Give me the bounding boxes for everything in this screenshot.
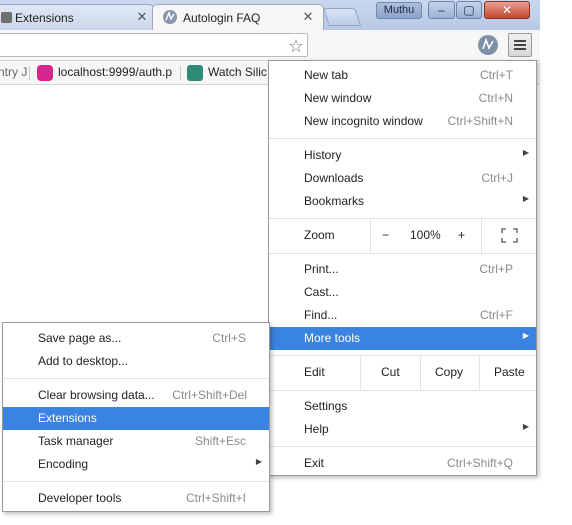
user-badge[interactable]: Muthu — [376, 2, 422, 19]
close-window-button[interactable]: ✕ — [484, 1, 530, 19]
menu-item-more-tools[interactable]: More tools ▶ — [269, 327, 536, 350]
menu-item-extensions[interactable]: Extensions — [3, 407, 269, 430]
menu-item-bookmarks[interactable]: Bookmarks ▶ — [269, 190, 536, 213]
address-bar[interactable]: ☆ — [0, 33, 308, 57]
bookmark-item[interactable]: Watch Silic — [208, 65, 267, 81]
close-icon[interactable]: ✕ — [301, 10, 315, 24]
menu-item-cast[interactable]: Cast... — [269, 281, 536, 304]
tab-autologin-faq[interactable]: Autologin FAQ ✕ — [152, 4, 324, 30]
menu-separator — [269, 446, 536, 447]
zoom-in-button[interactable]: + — [449, 219, 481, 253]
copy-button[interactable]: Copy — [420, 356, 479, 390]
puzzle-icon — [1, 12, 12, 23]
watch-icon — [187, 65, 203, 81]
submenu-arrow-icon: ▶ — [522, 331, 529, 340]
menu-item-downloads[interactable]: Downloads Ctrl+J — [269, 167, 536, 190]
menu-item-exit[interactable]: Exit Ctrl+Shift+Q — [269, 452, 536, 475]
menu-item-add-to-desktop[interactable]: Add to desktop... — [3, 350, 269, 373]
menu-separator — [3, 481, 269, 482]
paste-button[interactable]: Paste — [479, 356, 538, 390]
menu-item-help[interactable]: Help ▶ — [269, 418, 536, 441]
menu-separator — [269, 253, 536, 254]
menu-separator — [269, 138, 536, 139]
submenu-arrow-icon: ▶ — [255, 457, 262, 466]
star-icon[interactable]: ☆ — [286, 36, 306, 56]
menu-item-new-window[interactable]: New window Ctrl+N — [269, 87, 536, 110]
toolbar: ☆ — [0, 30, 540, 61]
edit-row: Edit Cut Copy Paste — [269, 356, 536, 390]
edit-label: Edit — [304, 365, 325, 379]
submenu-arrow-icon: ▶ — [522, 148, 529, 157]
zoom-label: Zoom — [304, 228, 335, 242]
menu-item-clear-browsing-data[interactable]: Clear browsing data... Ctrl+Shift+Del — [3, 384, 269, 407]
menu-item-new-tab[interactable]: New tab Ctrl+T — [269, 64, 536, 87]
localhost-icon — [37, 65, 53, 81]
close-icon[interactable]: ✕ — [135, 10, 149, 24]
menu-item-settings[interactable]: Settings — [269, 395, 536, 418]
submenu-arrow-icon: ▶ — [522, 194, 529, 203]
bookmark-item[interactable]: ntry J — [0, 65, 27, 81]
tab-label: Autologin FAQ — [183, 11, 261, 25]
cut-button[interactable]: Cut — [360, 356, 420, 390]
menu-separator — [3, 378, 269, 379]
menu-item-encoding[interactable]: Encoding ▶ — [3, 453, 269, 476]
bookmark-item[interactable]: localhost:9999/auth.p — [58, 65, 172, 81]
zoom-level: 100% — [410, 228, 441, 242]
tab-label: Extensions — [15, 11, 74, 25]
minimize-button[interactable]: – — [428, 1, 455, 19]
menu-item-print[interactable]: Print... Ctrl+P — [269, 258, 536, 281]
menu-item-save-page-as[interactable]: Save page as... Ctrl+S — [3, 327, 269, 350]
zoom-row: Zoom − 100% + — [269, 219, 536, 253]
chrome-menu-button[interactable] — [508, 33, 532, 57]
maximize-button[interactable]: ▢ — [456, 1, 482, 19]
autologin-icon — [163, 10, 177, 24]
bookmark-divider — [29, 66, 30, 80]
menu-item-find[interactable]: Find... Ctrl+F — [269, 304, 536, 327]
fullscreen-icon — [501, 228, 518, 243]
chrome-main-menu: New tab Ctrl+T New window Ctrl+N New inc… — [268, 60, 537, 476]
autologin-extension-icon[interactable] — [478, 35, 498, 55]
more-tools-submenu: Save page as... Ctrl+S Add to desktop...… — [2, 322, 270, 512]
tab-strip: Extensions ✕ Autologin FAQ ✕ Muthu – ▢ ✕ — [0, 0, 572, 30]
menu-item-history[interactable]: History ▶ — [269, 144, 536, 167]
menu-item-developer-tools[interactable]: Developer tools Ctrl+Shift+I — [3, 487, 269, 510]
menu-item-new-incognito-window[interactable]: New incognito window Ctrl+Shift+N — [269, 110, 536, 133]
hamburger-icon — [514, 40, 526, 42]
tab-extensions[interactable]: Extensions ✕ — [0, 4, 154, 30]
menu-item-task-manager[interactable]: Task manager Shift+Esc — [3, 430, 269, 453]
fullscreen-button[interactable] — [481, 219, 538, 253]
zoom-out-button[interactable]: − — [370, 219, 401, 253]
menu-separator — [269, 390, 536, 391]
new-tab-button[interactable] — [323, 8, 361, 26]
submenu-arrow-icon: ▶ — [522, 422, 529, 431]
